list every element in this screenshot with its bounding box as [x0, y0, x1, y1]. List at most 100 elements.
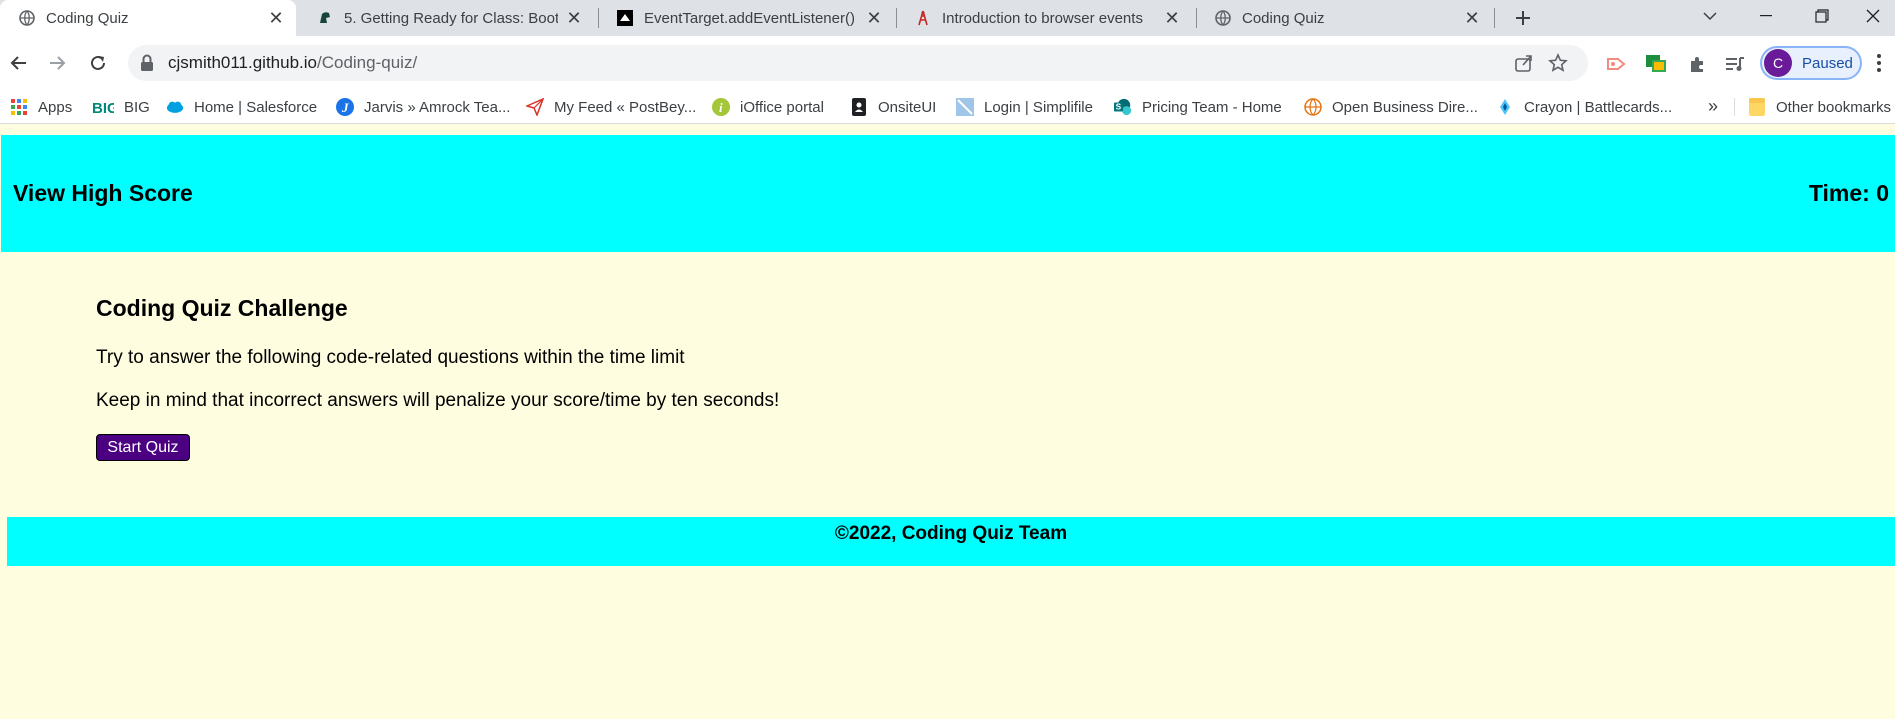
tower-icon — [914, 9, 932, 27]
tab-title: Introduction to browser events — [942, 9, 1143, 27]
puzzle-icon[interactable] — [1686, 53, 1708, 75]
globe-orange-icon — [1304, 98, 1322, 116]
back-button[interactable] — [5, 49, 33, 77]
bookmark-label: My Feed « PostBey... — [554, 98, 697, 116]
quiz-title: Coding Quiz Challenge — [96, 295, 348, 321]
bookmark-label: OnsiteUI — [878, 98, 937, 116]
page-viewport: View High Score Time: 0 Coding Quiz Chal… — [0, 125, 1895, 719]
bookmark-simplifile[interactable]: Login | Simplifile — [956, 90, 1093, 124]
crayon-icon — [1496, 98, 1514, 116]
profile-button[interactable]: C Paused — [1760, 46, 1862, 80]
svg-text:BIG: BIG — [92, 100, 114, 115]
reload-button[interactable] — [84, 49, 112, 77]
simplifile-icon — [956, 98, 974, 116]
bookmark-crayon[interactable]: Crayon | Battlecards... — [1496, 90, 1672, 124]
bookmark-other-folder[interactable]: Other bookmarks — [1748, 90, 1891, 124]
info-circle-icon: i — [712, 98, 730, 116]
jarvis-icon: J — [336, 98, 354, 116]
menu-button[interactable] — [1876, 53, 1882, 73]
tab-search-button[interactable] — [1688, 0, 1732, 32]
url-text[interactable]: cjsmith011.github.io/Coding-quiz/ — [168, 53, 417, 73]
paper-plane-icon — [526, 98, 544, 116]
tab-title: 5. Getting Ready for Class: Bootc — [344, 9, 558, 27]
bookmark-label: Other bookmarks — [1776, 98, 1892, 116]
more-bookmarks-button[interactable]: » — [1708, 96, 1718, 117]
browser-toolbar: cjsmith011.github.io/Coding-quiz/ C Paus… — [0, 36, 1895, 90]
bookmark-label: Crayon | Battlecards... — [1524, 98, 1673, 116]
close-icon[interactable]: ✕ — [1462, 8, 1482, 28]
tab-coding-quiz-2[interactable]: Coding Quiz ✕ — [1196, 0, 1492, 36]
tab-mdn-addeventlistener[interactable]: EventTarget.addEventListener() - ✕ — [598, 0, 894, 36]
bookmark-onsiteui[interactable]: OnsiteUI — [850, 90, 936, 124]
bookmark-big[interactable]: BIG BIG — [92, 90, 150, 124]
tab-separator — [1494, 8, 1495, 28]
extension-cast-icon[interactable] — [1605, 53, 1627, 75]
tab-title: EventTarget.addEventListener() - — [644, 9, 858, 27]
url-host: cjsmith011.github.io — [168, 53, 317, 72]
globe-icon — [18, 9, 36, 27]
more-vertical-icon — [1877, 54, 1881, 72]
star-icon[interactable] — [1548, 53, 1568, 73]
bookmark-open-business[interactable]: Open Business Dire... — [1304, 90, 1478, 124]
start-quiz-button[interactable]: Start Quiz — [96, 434, 190, 461]
minimize-button[interactable] — [1744, 0, 1788, 32]
tab-title: Coding Quiz — [1242, 9, 1325, 27]
penalty-text: Keep in mind that incorrect answers will… — [96, 390, 780, 411]
salesforce-cloud-icon — [166, 98, 184, 116]
lock-icon[interactable] — [140, 54, 158, 72]
bookmark-salesforce[interactable]: Home | Salesforce — [166, 90, 317, 124]
footer-copyright: ©2022, Coding Quiz Team — [834, 523, 1068, 544]
globe-icon — [1214, 9, 1232, 27]
bookmark-label: Apps — [38, 98, 73, 116]
timer-display: Time: 0 — [1808, 180, 1889, 206]
instructions-text: Try to answer the following code-related… — [96, 347, 685, 368]
restore-button[interactable] — [1800, 0, 1844, 32]
view-high-score-link[interactable]: View High Score — [13, 180, 193, 207]
mdn-icon — [616, 9, 634, 27]
bookmark-label: Open Business Dire... — [1332, 98, 1478, 116]
profile-status: Paused — [1802, 54, 1853, 72]
chevron-down-icon — [1703, 12, 1717, 21]
bookmark-postbeyond[interactable]: My Feed « PostBey... — [526, 90, 696, 124]
svg-text:S: S — [1116, 103, 1122, 112]
share-icon[interactable] — [1514, 53, 1534, 73]
spartan-icon — [316, 9, 334, 27]
bookmark-label: BIG — [124, 98, 150, 116]
close-icon[interactable]: ✕ — [266, 8, 286, 28]
bookmark-label: Pricing Team - Home — [1142, 98, 1282, 116]
bookmarks-separator — [1734, 98, 1735, 116]
address-bar[interactable]: cjsmith011.github.io/Coding-quiz/ — [128, 45, 1588, 81]
close-icon[interactable]: ✕ — [564, 8, 584, 28]
forward-button[interactable] — [43, 49, 71, 77]
bookmark-label: Login | Simplifile — [984, 98, 1093, 116]
folder-icon — [1748, 98, 1766, 116]
svg-text:i: i — [719, 100, 723, 115]
bookmark-label: Jarvis » Amrock Tea... — [364, 98, 511, 116]
close-icon — [1866, 9, 1880, 23]
tab-bootcamp[interactable]: 5. Getting Ready for Class: Bootc ✕ — [298, 0, 594, 36]
bookmark-pricing-team[interactable]: S Pricing Team - Home — [1114, 90, 1282, 124]
bookmark-label: iOffice portal — [740, 98, 824, 116]
reload-icon — [91, 55, 105, 70]
site-header: View High Score Time: 0 — [1, 135, 1895, 252]
arrow-left-icon — [10, 56, 26, 70]
restore-icon — [1815, 9, 1829, 23]
new-tab-button[interactable] — [1510, 5, 1536, 31]
url-path: /Coding-quiz/ — [317, 53, 418, 72]
reading-list-icon[interactable] — [1724, 53, 1746, 75]
tab-title: Coding Quiz — [46, 9, 129, 27]
bookmark-jarvis[interactable]: J Jarvis » Amrock Tea... — [336, 90, 510, 124]
plus-icon — [1516, 11, 1530, 25]
extension-chat-icon[interactable] — [1645, 53, 1667, 75]
svg-text:J: J — [341, 100, 349, 115]
window-close-button[interactable] — [1851, 0, 1895, 32]
close-icon[interactable]: ✕ — [864, 8, 884, 28]
close-icon[interactable]: ✕ — [1162, 8, 1182, 28]
tab-browser-events[interactable]: Introduction to browser events ✕ — [896, 0, 1192, 36]
sharepoint-icon: S — [1114, 98, 1132, 116]
big-logo-icon: BIG — [92, 98, 114, 116]
bookmark-apps[interactable]: Apps — [10, 90, 72, 124]
bookmark-ioffice[interactable]: i iOffice portal — [712, 90, 824, 124]
tab-coding-quiz-active[interactable]: Coding Quiz ✕ — [0, 0, 296, 36]
arrow-right-icon — [50, 56, 66, 70]
